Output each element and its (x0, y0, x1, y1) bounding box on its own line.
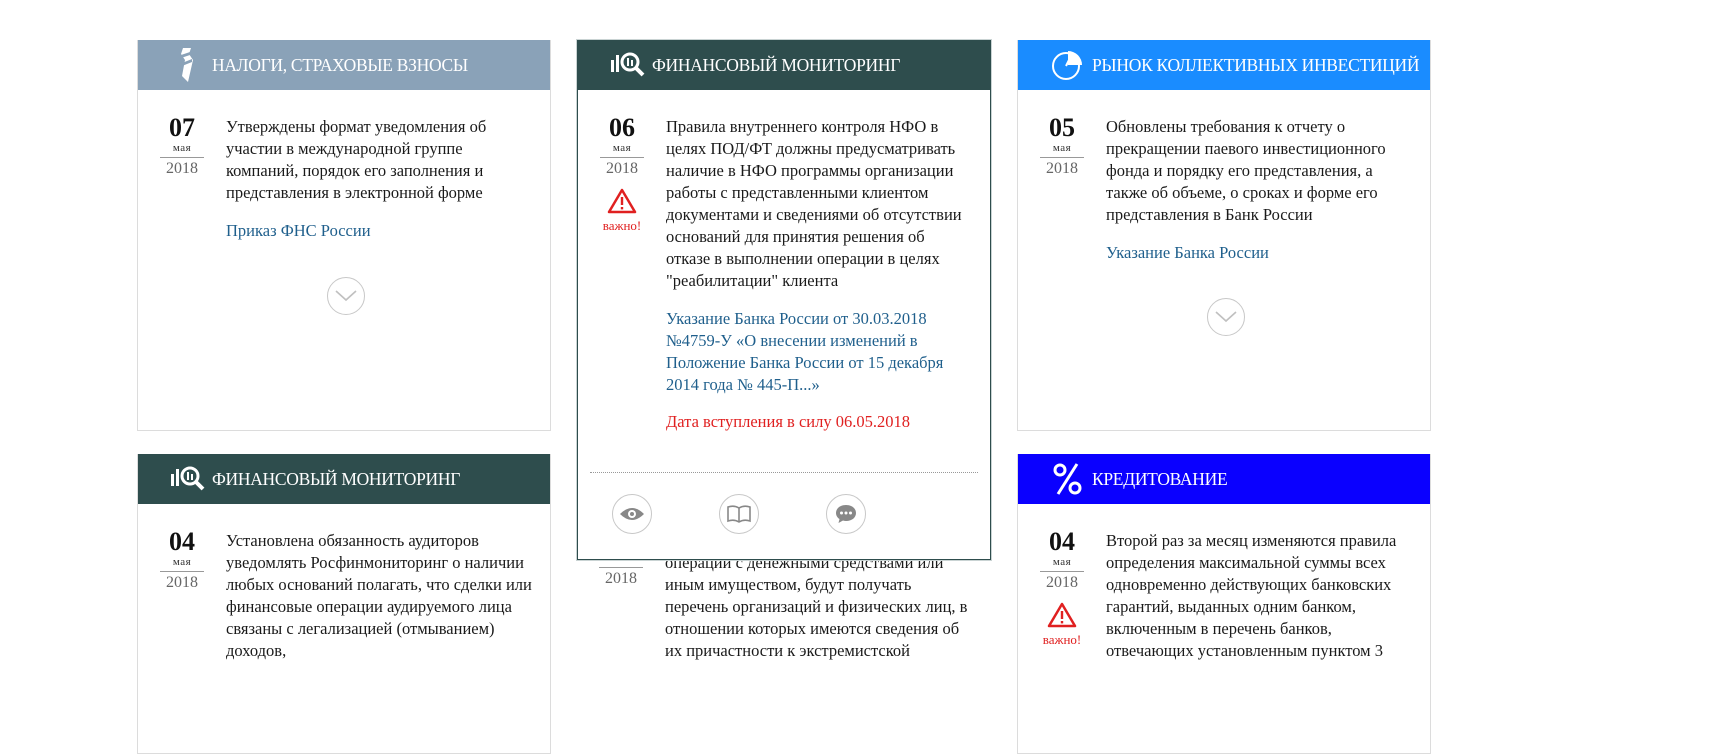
card-header[interactable]: Кредитование (1018, 454, 1430, 504)
news-card: Кредитование 04 мая 2018 важно! Второй р… (1017, 454, 1431, 754)
date-month: мая (600, 142, 644, 158)
warning-icon (607, 188, 637, 214)
news-text: операции с денежными средствами или иным… (665, 553, 968, 660)
card-category: Кредитование (1092, 468, 1228, 489)
date-month: мая (1040, 556, 1084, 572)
date-block: 06 мая 2018 важно! (600, 114, 644, 234)
pie-chart-icon (1050, 47, 1092, 83)
percent-icon (1052, 461, 1092, 497)
date-year: 2018 (605, 570, 637, 587)
view-eye-icon[interactable] (612, 494, 652, 534)
card-body: 04 мая 2018 важно! Второй раз за месяц и… (1018, 504, 1430, 662)
source-link[interactable]: Приказ ФНС России (226, 220, 532, 242)
card-header[interactable]: Налоги, страховые взносы (138, 40, 550, 90)
card-category: Рынок коллективных инвестиций (1092, 54, 1420, 75)
effective-date: Дата вступления в силу 06.05.2018 (666, 412, 910, 431)
date-block: 04 мая 2018 (160, 528, 204, 592)
date-block: 07 мая 2018 (160, 114, 204, 178)
source-link[interactable]: Указание Банка России от 30.03.2018 №475… (666, 308, 972, 396)
date-year: 2018 (606, 160, 638, 177)
source-link[interactable]: Указание Банка России (1106, 242, 1412, 264)
important-label: важно! (1042, 632, 1082, 647)
important-marker: важно! (600, 188, 644, 234)
card-header[interactable]: Рынок коллективных инвестиций (1018, 40, 1430, 90)
card-header[interactable]: Финансовый мониторинг (138, 454, 550, 504)
read-book-icon[interactable] (719, 494, 759, 534)
date-month: мая (160, 142, 204, 158)
date-month: мая (160, 556, 204, 572)
news-text: Утверждены формат уведомления об участии… (226, 117, 487, 202)
date-block: 04 мая 2018 важно! (1040, 528, 1084, 648)
date-year: 2018 (1046, 574, 1078, 591)
news-card: Финансовый мониторинг 04 мая 2018 Устано… (137, 454, 551, 754)
news-text: Правила внутреннего контроля НФО в целях… (666, 117, 962, 290)
expand-chevron-icon[interactable] (1207, 298, 1245, 336)
date-day: 05 (1049, 113, 1075, 142)
date-year: 2018 (1046, 160, 1078, 177)
date-day: 04 (169, 527, 195, 556)
card-actions (590, 472, 978, 553)
card-category: Финансовый мониторинг (212, 468, 461, 489)
warning-icon (1047, 602, 1077, 628)
card-body: 05 мая 2018 Обновлены требования к отчет… (1018, 90, 1430, 264)
date-day: 04 (1049, 527, 1075, 556)
card-body: 06 мая 2018 важно! Правила внутреннего к… (578, 90, 990, 432)
magnifier-chart-icon (170, 461, 212, 497)
important-marker: важно! (1040, 602, 1084, 648)
news-text: Второй раз за месяц изменяются правила о… (1106, 531, 1397, 660)
date-month: мая (1040, 142, 1084, 158)
news-card: Рынок коллективных инвестиций 05 мая 201… (1017, 40, 1431, 431)
news-card-expanded: Финансовый мониторинг 06 мая 2018 важно!… (577, 40, 991, 560)
comment-icon[interactable] (826, 494, 866, 534)
card-category: Налоги, страховые взносы (212, 54, 468, 75)
date-day: 06 (609, 113, 635, 142)
tie-icon (180, 47, 212, 83)
expand-chevron-icon[interactable] (327, 277, 365, 315)
date-year: 2018 (166, 574, 198, 591)
news-text: Обновлены требования к отчету о прекраще… (1106, 117, 1386, 224)
news-card: Налоги, страховые взносы 07 мая 2018 Утв… (137, 40, 551, 431)
magnifier-chart-icon (610, 47, 652, 83)
card-body: 07 мая 2018 Утверждены формат уведомлени… (138, 90, 550, 242)
date-block: 05 мая 2018 (1040, 114, 1084, 178)
date-year: 2018 (166, 160, 198, 177)
card-body: 04 мая 2018 Установлена обязанность ауди… (138, 504, 550, 662)
card-header[interactable]: Финансовый мониторинг (578, 40, 990, 90)
important-label: важно! (602, 218, 642, 233)
news-text: Установлена обязанность аудиторов уведом… (226, 531, 532, 660)
date-day: 07 (169, 113, 195, 142)
card-category: Финансовый мониторинг (652, 54, 901, 75)
